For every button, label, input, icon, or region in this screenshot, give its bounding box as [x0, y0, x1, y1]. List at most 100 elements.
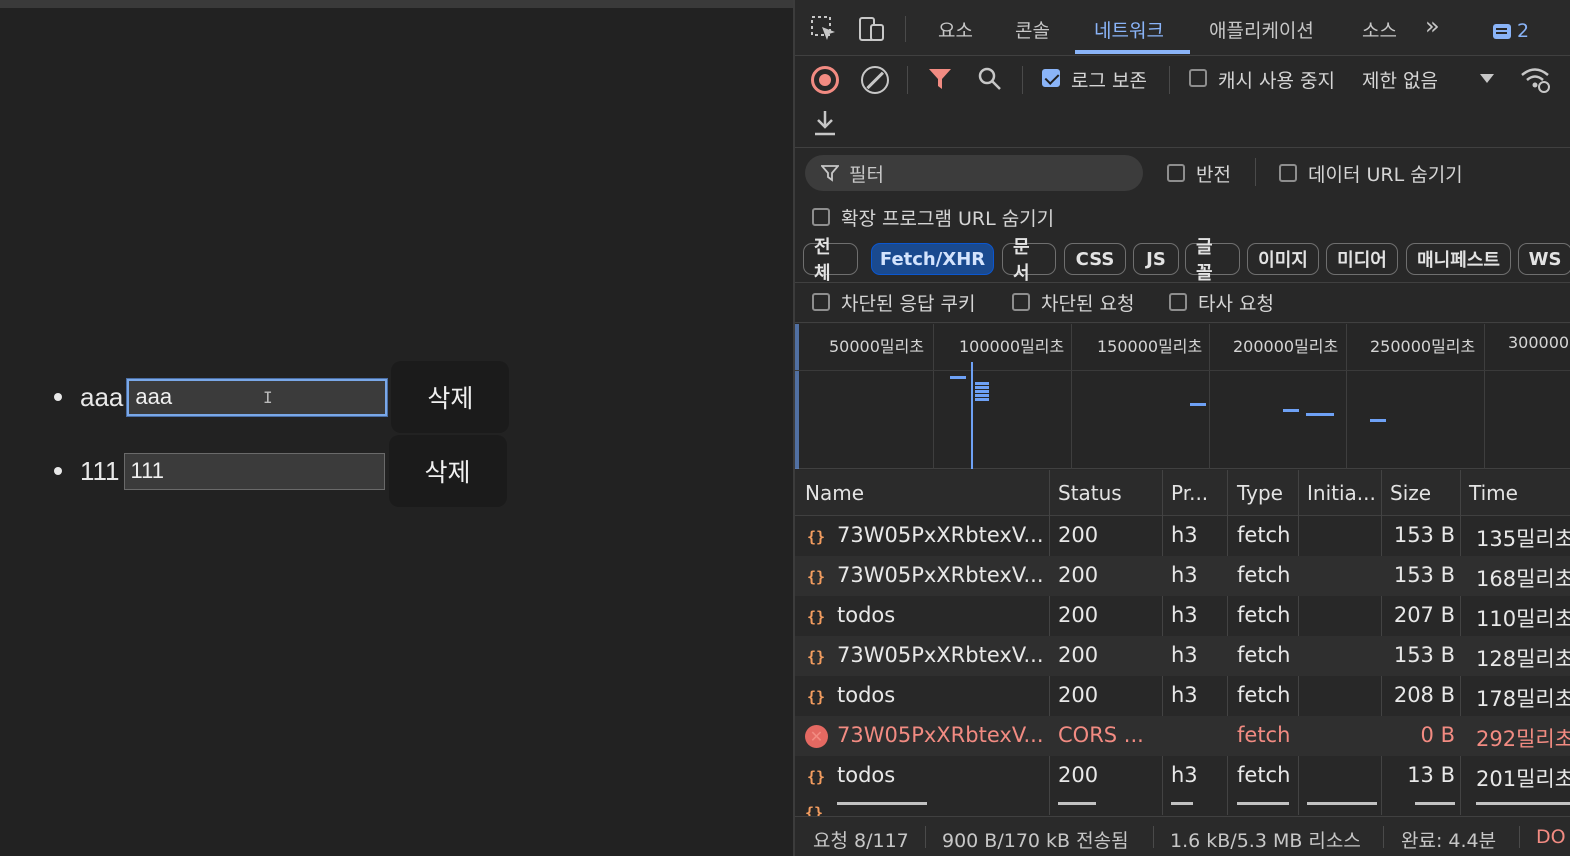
- preserve-log-checkbox[interactable]: [1042, 69, 1060, 87]
- timeline-bar: [1370, 419, 1386, 422]
- grid-line: [933, 324, 934, 469]
- separator: [1383, 826, 1384, 848]
- chip-fetch-xhr[interactable]: Fetch/XHR: [871, 243, 994, 275]
- column-size[interactable]: Size: [1390, 481, 1431, 505]
- disable-cache-checkbox[interactable]: [1189, 69, 1207, 87]
- invert-checkbox[interactable]: [1167, 164, 1185, 182]
- blocked-cookies-checkbox[interactable]: [812, 293, 830, 311]
- todo-edit-input[interactable]: [123, 452, 385, 490]
- filter-input[interactable]: 필터: [805, 155, 1143, 191]
- timeline-bar: [1306, 413, 1334, 416]
- tab-elements[interactable]: 요소: [938, 16, 973, 43]
- chip-css[interactable]: CSS: [1064, 243, 1126, 275]
- hide-data-urls-checkbox[interactable]: [1279, 164, 1297, 182]
- request-name: todos: [837, 683, 896, 707]
- column-initiator[interactable]: Initia...: [1307, 481, 1376, 505]
- blocked-filter-row: 차단된 응답 쿠키 차단된 요청 타사 요청: [795, 283, 1570, 323]
- request-status: 200: [1058, 763, 1099, 787]
- todo-label: aaa: [80, 381, 124, 412]
- table-row[interactable]: {} todos 200 h3 fetch 207 B 110밀리초: [795, 596, 1570, 636]
- separator: [905, 16, 906, 42]
- disable-cache-label: 캐시 사용 중지: [1218, 70, 1335, 92]
- request-time: 135밀리초: [1476, 527, 1570, 551]
- timeline-bar: [975, 382, 989, 385]
- request-status: 200: [1058, 643, 1099, 667]
- timeline-divider: [795, 370, 1570, 371]
- table-row[interactable]: {} todos 200 h3 fetch 13 B 201밀리초: [795, 756, 1570, 796]
- chip-media[interactable]: 미디어: [1326, 243, 1398, 275]
- request-list: {} 73W05PxXRbtexV... 200 h3 fetch 153 B 135밀리초…: [795, 516, 1570, 816]
- network-toolbar: 로그 보존 캐시 사용 중지 제한 없음: [795, 56, 1570, 148]
- tab-application[interactable]: 애플리케이션: [1209, 16, 1314, 43]
- request-size: 0 B: [1420, 723, 1455, 747]
- column-protocol[interactable]: Pr...: [1171, 481, 1208, 505]
- invert-label: 반전: [1196, 164, 1231, 186]
- tab-network[interactable]: 네트워크: [1094, 16, 1164, 43]
- chip-font[interactable]: 글꼴: [1185, 237, 1240, 284]
- separator: [1153, 826, 1154, 848]
- column-type[interactable]: Type: [1237, 481, 1283, 505]
- clipped-row-text: [1476, 802, 1570, 805]
- blocked-cookies-label: 차단된 응답 쿠키: [841, 293, 976, 315]
- third-party-checkbox[interactable]: [1169, 293, 1187, 311]
- request-name: 73W05PxXRbtexV...: [837, 563, 1044, 587]
- timeline-overview[interactable]: 50000밀리초 100000밀리초 150000밀리초 200000밀리초 2…: [795, 324, 1570, 469]
- tab-console[interactable]: 콘솔: [1015, 16, 1050, 43]
- network-statusbar: 요청 8/117 900 B/170 kB 전송됨 1.6 kB/5.3 MB …: [795, 816, 1570, 856]
- timeline-tick: 250000밀리초: [1370, 337, 1476, 356]
- request-type: fetch: [1237, 763, 1291, 787]
- chip-manifest[interactable]: 매니페스트: [1406, 243, 1511, 275]
- timeline-selection-handle[interactable]: [795, 324, 799, 469]
- blocked-requests-checkbox[interactable]: [1012, 293, 1030, 311]
- tab-sources[interactable]: 소스: [1362, 16, 1397, 43]
- device-toolbar-icon[interactable]: [857, 14, 887, 44]
- inspect-element-icon[interactable]: [809, 14, 839, 44]
- request-protocol: h3: [1171, 643, 1198, 667]
- clear-log-button[interactable]: [861, 66, 889, 94]
- chevron-down-icon[interactable]: [1480, 74, 1494, 83]
- filter-funnel-icon[interactable]: [925, 64, 955, 94]
- table-row[interactable]: {} todos 200 h3 fetch 208 B 178밀리초: [795, 676, 1570, 716]
- request-list-overflow: {}: [795, 796, 1570, 816]
- request-protocol: h3: [1171, 763, 1198, 787]
- message-icon: [1493, 23, 1511, 39]
- messages-badge[interactable]: 2: [1493, 20, 1529, 42]
- chip-ws[interactable]: WS: [1518, 243, 1570, 275]
- stop-recording-button[interactable]: [811, 66, 839, 94]
- clipped-row-text: [1058, 802, 1096, 805]
- table-row[interactable]: {} 73W05PxXRbtexV... 200 h3 fetch 153 B 128밀리초: [795, 636, 1570, 676]
- devtools-tabbar: 요소 콘솔 네트워크 애플리케이션 소스 » 2: [795, 0, 1570, 56]
- delete-button[interactable]: 삭제: [388, 435, 507, 507]
- request-name: 73W05PxXRbtexV...: [837, 643, 1044, 667]
- chip-js[interactable]: JS: [1133, 243, 1179, 275]
- column-status[interactable]: Status: [1058, 481, 1122, 505]
- chip-document[interactable]: 문서: [1002, 237, 1056, 284]
- request-time: 292밀리초: [1476, 727, 1570, 751]
- request-name: 73W05PxXRbtexV...: [837, 523, 1044, 547]
- fetch-icon: {}: [806, 648, 826, 666]
- chip-image[interactable]: 이미지: [1247, 243, 1319, 275]
- column-name[interactable]: Name: [805, 481, 864, 505]
- request-protocol: h3: [1171, 523, 1198, 547]
- download-icon[interactable]: [811, 108, 839, 138]
- request-size: 208 B: [1393, 683, 1455, 707]
- more-tabs-icon[interactable]: »: [1425, 12, 1440, 40]
- request-size: 153 B: [1393, 643, 1455, 667]
- hide-extension-urls-checkbox[interactable]: [812, 208, 830, 226]
- column-time[interactable]: Time: [1469, 481, 1518, 505]
- fetch-icon: {}: [806, 568, 826, 586]
- table-row[interactable]: ✕ 73W05PxXRbtexV... CORS ... fetch 0 B 292밀리초: [795, 716, 1570, 756]
- table-row[interactable]: {} 73W05PxXRbtexV... 200 h3 fetch 153 B 168밀리초: [795, 556, 1570, 596]
- delete-button[interactable]: 삭제: [391, 361, 510, 433]
- throttling-select[interactable]: 제한 없음: [1362, 66, 1438, 93]
- table-row[interactable]: {} 73W05PxXRbtexV... 200 h3 fetch 153 B 135밀리초: [795, 516, 1570, 556]
- network-conditions-icon[interactable]: [1519, 65, 1551, 93]
- timeline-bar: [975, 398, 989, 401]
- separator: [1255, 158, 1256, 186]
- bullet: [54, 393, 62, 401]
- chip-all[interactable]: 전체: [803, 237, 858, 284]
- todo-edit-input[interactable]: [127, 378, 388, 416]
- search-icon[interactable]: [975, 64, 1005, 94]
- filter-icon: [821, 165, 839, 182]
- request-name: 73W05PxXRbtexV...: [837, 723, 1044, 747]
